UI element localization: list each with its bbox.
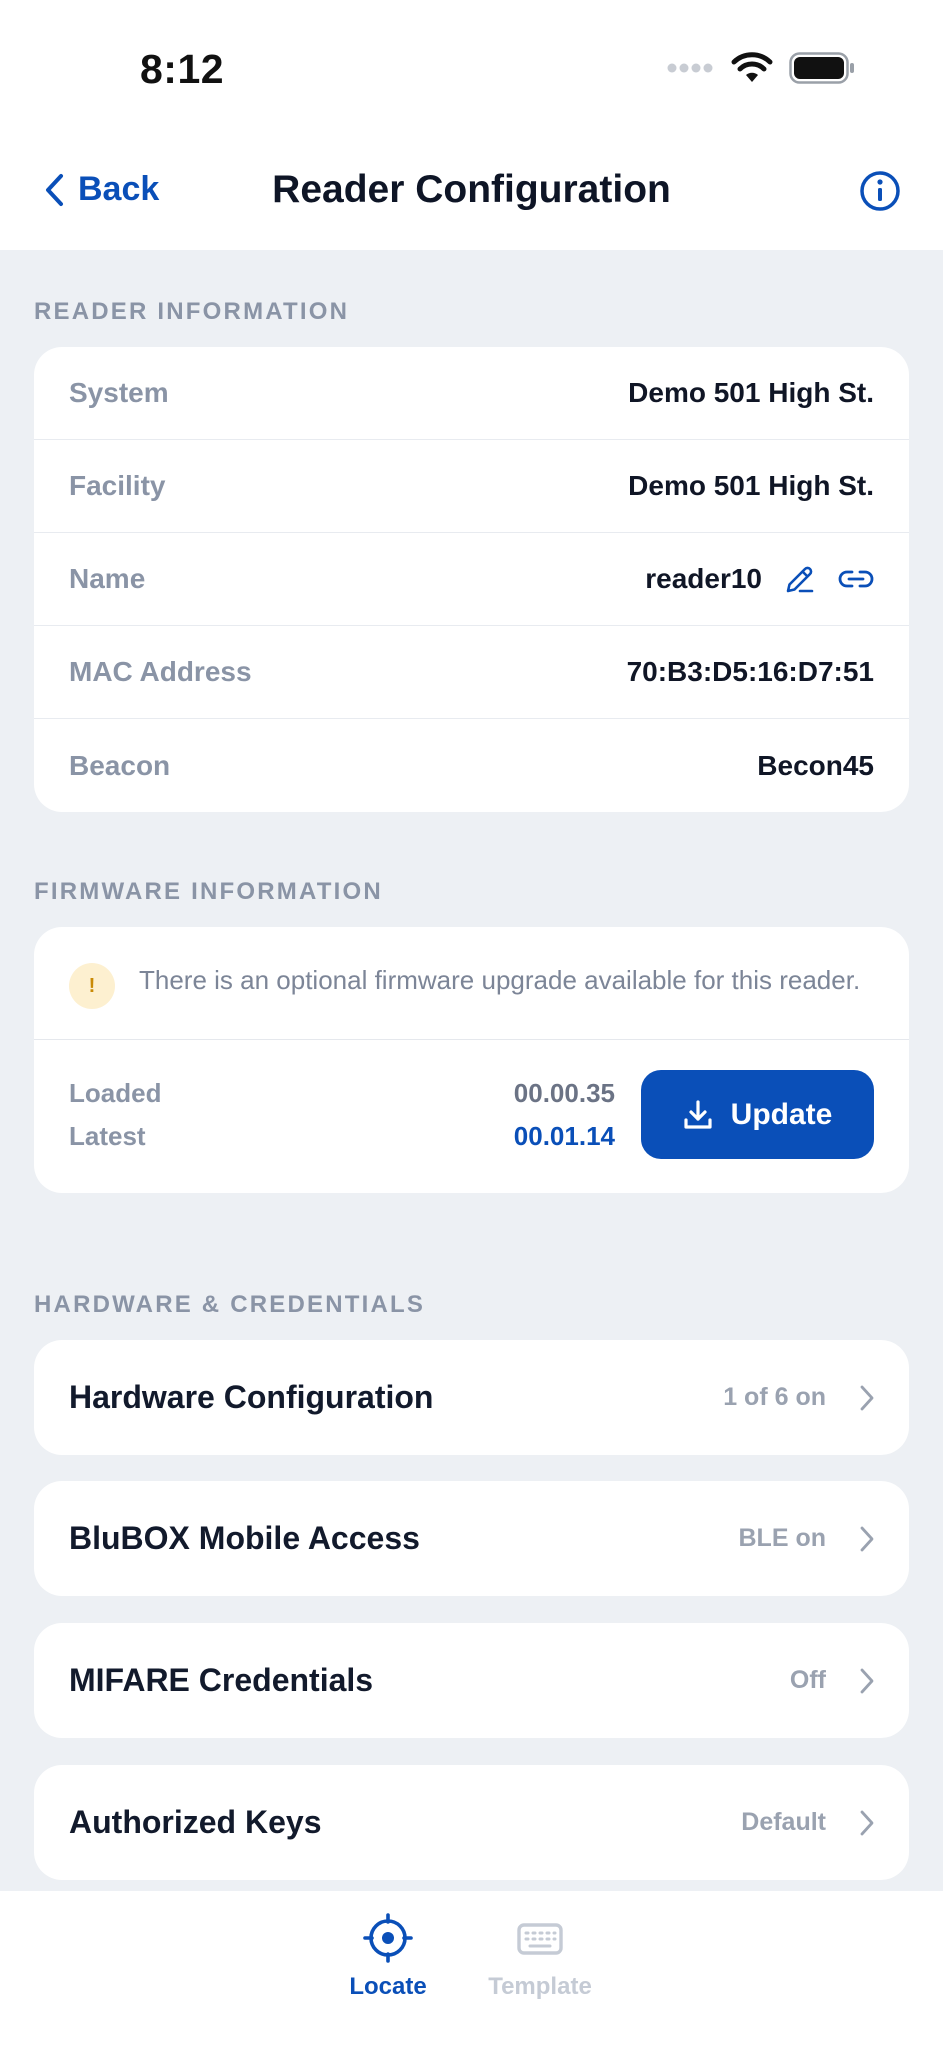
firmware-labels: Loaded Latest (69, 1078, 161, 1152)
info-button[interactable] (859, 170, 901, 217)
firmware-notice: ! There is an optional firmware upgrade … (34, 927, 909, 1040)
facility-label: Facility (69, 470, 166, 501)
row-system: System Demo 501 High St. (34, 347, 909, 440)
name-label: Name (69, 563, 146, 594)
tab-locate[interactable]: Locate (344, 1913, 432, 2001)
row-mac-address: MAC Address 70:B3:D5:16:D7:51 (34, 626, 909, 719)
reader-information-card: System Demo 501 High St. Facility Demo 5… (34, 347, 909, 812)
row-name: Name reader10 (34, 533, 909, 626)
status-bar: 8:12 (0, 0, 943, 130)
beacon-value: Becon45 (757, 749, 874, 781)
system-value: Demo 501 High St. (628, 377, 874, 408)
blubox-mobile-access-item[interactable]: BluBOX Mobile Access BLE on (34, 1481, 909, 1596)
download-icon (684, 1099, 712, 1129)
status-time: 8:12 (140, 46, 225, 92)
hardware-configuration-status: 1 of 6 on (723, 1383, 826, 1411)
hardware-configuration-item[interactable]: Hardware Configuration 1 of 6 on (34, 1340, 909, 1455)
blubox-mobile-access-status: BLE on (738, 1524, 827, 1552)
name-value-group: reader10 (645, 563, 874, 595)
system-label: System (69, 377, 169, 408)
blubox-mobile-access-title: BluBOX Mobile Access (69, 1520, 420, 1556)
chevron-right-icon (860, 1810, 874, 1835)
beacon-label: Beacon (69, 749, 171, 781)
mifare-credentials-title: MIFARE Credentials (69, 1662, 374, 1698)
row-facility: Facility Demo 501 High St. (34, 440, 909, 533)
mac-address-value: 70:B3:D5:16:D7:51 (626, 656, 874, 687)
latest-label: Latest (69, 1120, 146, 1151)
pencil-icon (786, 566, 814, 593)
tab-template-label: Template (488, 1973, 592, 2000)
mac-address-label: MAC Address (69, 656, 252, 687)
authorized-keys-status: Default (741, 1808, 826, 1836)
hardware-configuration-title: Hardware Configuration (69, 1379, 434, 1415)
mifare-credentials-status: Off (789, 1666, 826, 1694)
keyboard-icon (517, 1923, 563, 1955)
name-value: reader10 (645, 563, 762, 594)
update-label: Update (730, 1097, 833, 1131)
mifare-credentials-item[interactable]: MIFARE Credentials Off (34, 1623, 909, 1738)
page-title: Reader Configuration (272, 168, 671, 211)
firmware-card: ! There is an optional firmware upgrade … (34, 927, 909, 1193)
section-title-firmware-information: FIRMWARE INFORMATION (34, 878, 383, 905)
wifi-icon (731, 52, 773, 82)
firmware-notice-text: There is an optional firmware upgrade av… (139, 965, 861, 995)
chevron-right-icon (860, 1385, 874, 1410)
authorized-keys-item[interactable]: Authorized Keys Default (34, 1765, 909, 1880)
row-beacon: Beacon Becon45 (34, 719, 909, 812)
signal-icon (667, 63, 713, 73)
tab-locate-label: Locate (349, 1973, 427, 2000)
section-title-reader-information: READER INFORMATION (34, 298, 350, 325)
chevron-right-icon (860, 1526, 874, 1551)
section-title-hardware-credentials: HARDWARE & CREDENTIALS (34, 1291, 426, 1318)
link-button[interactable] (838, 567, 874, 591)
firmware-versions: Loaded Latest 00.00.35 00.01.14 Update (34, 1040, 909, 1193)
chevron-right-icon (860, 1668, 874, 1693)
battery-icon (789, 52, 854, 84)
tab-template[interactable]: Template (480, 1913, 600, 2001)
authorized-keys-title: Authorized Keys (69, 1804, 322, 1840)
status-icons (667, 52, 855, 84)
edit-name-button[interactable] (784, 563, 816, 595)
loaded-version: 00.00.35 (513, 1077, 615, 1108)
firmware-values: 00.00.35 00.01.14 (514, 1078, 615, 1152)
info-icon (860, 171, 900, 211)
update-button[interactable]: Update (641, 1070, 874, 1159)
facility-value: Demo 501 High St. (628, 470, 874, 501)
loaded-label: Loaded (69, 1077, 162, 1108)
tab-bar: Locate Template (0, 1891, 943, 2048)
warning-icon: ! (69, 963, 115, 1009)
latest-version: 00.01.14 (513, 1120, 615, 1151)
navigation-bar: Back Reader Configuration (0, 130, 943, 250)
link-icon (838, 570, 874, 588)
locate-icon (363, 1913, 413, 1963)
